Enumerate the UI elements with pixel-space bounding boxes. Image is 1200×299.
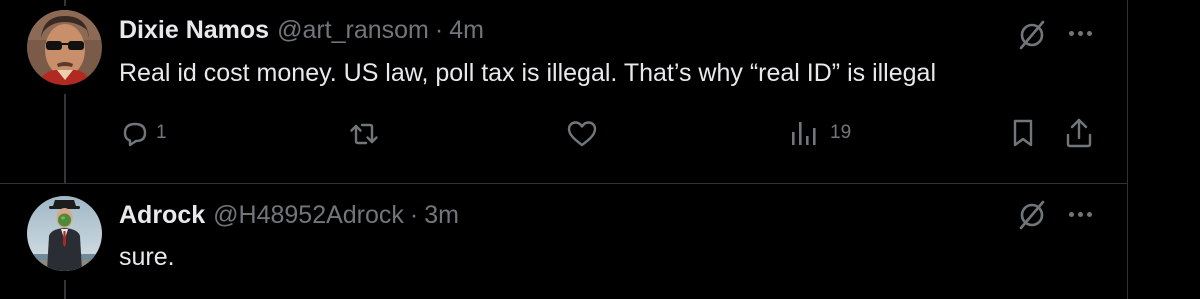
display-name[interactable]: Adrock [119,201,205,230]
tweet-header: Adrock @H48952Adrock · 3m [119,201,459,230]
user-handle[interactable]: @H48952Adrock [213,201,404,230]
tweet-divider [0,183,1127,184]
thread-line-connector [64,94,66,183]
user-handle[interactable]: @art_ransom [277,16,429,45]
heart-icon[interactable] [565,118,599,150]
man-with-sunglasses-avatar [27,10,102,85]
analytics-bars-icon[interactable] [789,118,821,148]
grok-slash-icon[interactable] [1016,199,1048,231]
tweet-text: Real id cost money. US law, poll tax is … [119,59,936,87]
retweet-icon[interactable] [347,117,381,151]
thread-line-bottom [64,280,66,299]
separator-dot: · [434,16,444,44]
timestamp[interactable]: 4m [449,16,484,45]
separator-dot: · [409,201,419,229]
column-right-border [1127,0,1128,299]
display-name[interactable]: Dixie Namos [119,16,269,45]
more-dots-icon[interactable] [1069,31,1092,36]
share-icon[interactable] [1062,115,1096,151]
thread-line-top [64,0,66,6]
grok-slash-icon[interactable] [1016,19,1048,51]
tweet-text: sure. [119,243,175,271]
avatar[interactable] [27,10,102,85]
reply-count: 1 [156,122,167,143]
more-dots-icon[interactable] [1069,212,1092,217]
reply-bubble-icon[interactable] [119,118,151,150]
timestamp[interactable]: 3m [424,201,459,230]
bookmark-icon[interactable] [1008,116,1038,150]
tweet-header: Dixie Namos @art_ransom · 4m [119,16,484,45]
avatar[interactable] [27,196,102,271]
view-count: 19 [830,122,852,143]
son-of-man-painting-avatar [27,196,102,271]
